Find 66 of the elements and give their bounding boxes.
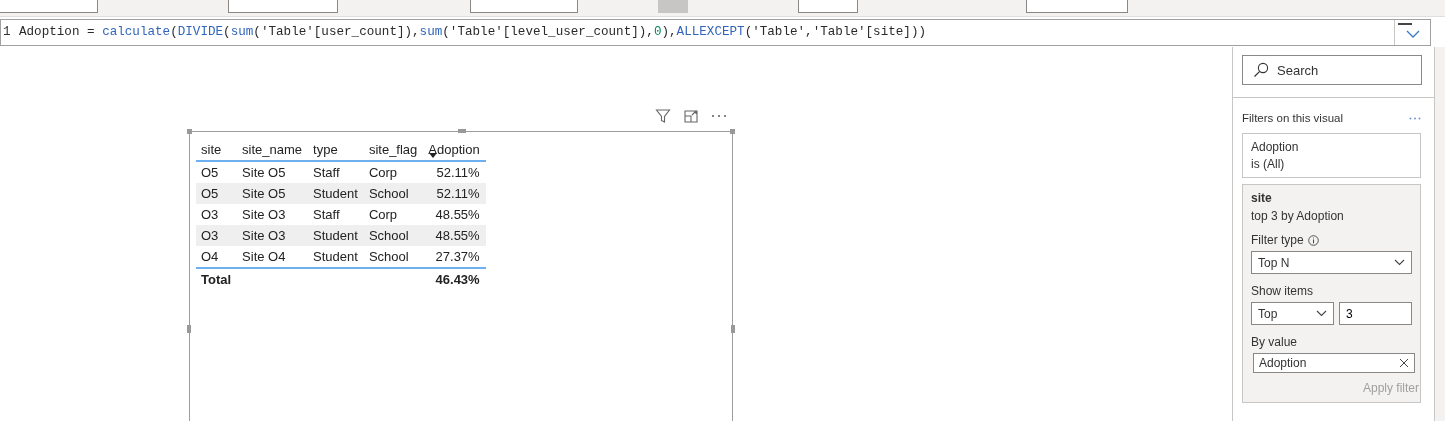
table-cell: School xyxy=(363,183,424,204)
formula-text[interactable]: Adoption = calculate(DIVIDE(sum('Table'[user_count]),sum('Table'[level_user_count]),0),ALLEXCEPT('Table','Table'[site])) xyxy=(19,25,1394,39)
table-cell: Site O5 xyxy=(237,183,309,204)
total-label: Total xyxy=(201,272,232,287)
section-heading: Filters on this visual xyxy=(1242,112,1343,124)
info-icon xyxy=(1307,234,1319,246)
count-field[interactable]: 3 xyxy=(1339,302,1412,325)
chevron-down-icon xyxy=(1394,259,1405,266)
chevron-down-icon xyxy=(1316,310,1327,317)
table-cell: Site O3 xyxy=(237,204,309,225)
column-header[interactable]: Adoption xyxy=(423,137,486,161)
table-cell: 48.55% xyxy=(423,204,486,225)
search-field[interactable]: Search xyxy=(1242,55,1422,85)
sort-descending-icon xyxy=(429,153,438,158)
filter-field-name: Adoption xyxy=(1251,140,1300,154)
filter-card[interactable]: Adoption is (All) xyxy=(1242,133,1421,178)
table-cell: 48.55% xyxy=(423,225,486,246)
table-visual[interactable] xyxy=(189,131,733,421)
table-cell: 52.11% xyxy=(423,183,486,204)
search-icon xyxy=(1253,62,1269,78)
table-cell: O5 xyxy=(196,161,238,183)
more-options-icon[interactable] xyxy=(711,114,727,118)
column-header[interactable]: type xyxy=(308,137,364,161)
table-cell: 27.37% xyxy=(423,246,486,268)
table-cell: Corp xyxy=(363,204,424,225)
resize-handle[interactable] xyxy=(187,325,191,333)
table-cell: Staff xyxy=(308,204,364,225)
formula-bar[interactable]: 1 Adoption = calculate(DIVIDE(sum('Table'[user_count]),sum('Table'[level_user_count]),0),ALLEXCEPT('Table','Table'[site])) xyxy=(0,18,1431,46)
table-cell: O4 xyxy=(196,246,238,268)
table-cell: Site O5 xyxy=(237,161,309,183)
table-cell: School xyxy=(363,225,424,246)
table-cell: 52.11% xyxy=(423,161,486,183)
close-icon[interactable] xyxy=(1399,358,1409,368)
table-cell: O3 xyxy=(196,225,238,246)
table-cell: O3 xyxy=(196,204,238,225)
resize-handle[interactable] xyxy=(187,129,192,134)
filter-summary: top 3 by Adoption xyxy=(1251,209,1345,223)
table-cell: Student xyxy=(308,183,364,204)
direction-dropdown[interactable]: Top xyxy=(1251,302,1334,325)
table-cell: Student xyxy=(308,225,364,246)
table-cell: Corp xyxy=(363,161,424,183)
field-label: Filter type xyxy=(1251,233,1304,247)
resize-handle[interactable] xyxy=(458,129,466,133)
table-cell: Site O4 xyxy=(237,246,309,268)
more-options-icon[interactable] xyxy=(1409,116,1421,120)
filter-summary: is (All) xyxy=(1251,157,1286,171)
table-cell: Student xyxy=(308,246,364,268)
table-cell: Site O3 xyxy=(237,225,309,246)
filter-icon[interactable] xyxy=(655,108,671,124)
chevron-down-icon xyxy=(1405,30,1420,38)
field-label: Show items xyxy=(1251,284,1314,298)
line-number: 1 xyxy=(2,25,12,39)
by-value-field[interactable]: Adoption xyxy=(1253,353,1415,373)
column-header[interactable]: site xyxy=(196,137,238,161)
table-cell: School xyxy=(363,246,424,268)
total-cell: 46.43% xyxy=(435,272,480,287)
field-label: By value xyxy=(1251,335,1298,349)
filter-field-name: site xyxy=(1251,191,1273,205)
resize-handle[interactable] xyxy=(731,325,735,333)
filter-type-dropdown[interactable]: Top N xyxy=(1251,251,1412,274)
column-header[interactable]: site_name xyxy=(237,137,309,161)
focus-mode-icon[interactable] xyxy=(683,108,699,124)
resize-handle[interactable] xyxy=(730,129,735,134)
table-cell: Staff xyxy=(308,161,364,183)
table-cell: O5 xyxy=(196,183,238,204)
column-header[interactable]: site_flag xyxy=(363,137,424,161)
